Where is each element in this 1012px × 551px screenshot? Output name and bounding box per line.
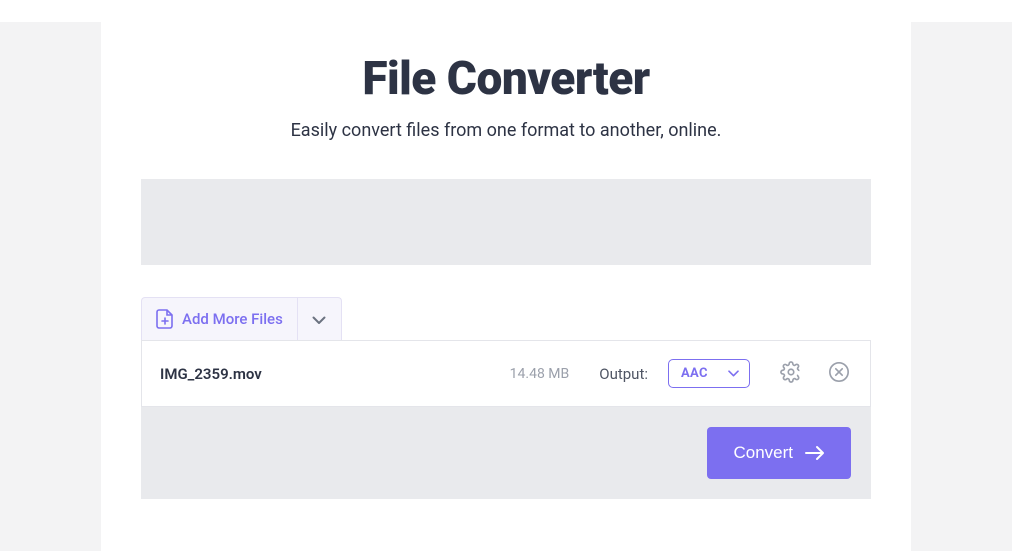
- footer-row: Convert: [141, 407, 871, 499]
- page-title: File Converter: [101, 52, 911, 106]
- convert-label: Convert: [733, 443, 793, 463]
- file-add-icon: [156, 309, 174, 329]
- ad-placeholder: [141, 179, 871, 265]
- output-format-value: AAC: [681, 366, 708, 381]
- output-label: Output:: [599, 365, 648, 383]
- add-more-files-button[interactable]: Add More Files: [141, 297, 298, 340]
- settings-button[interactable]: [778, 361, 804, 387]
- close-icon: [828, 361, 850, 387]
- output-format-select[interactable]: AAC: [668, 359, 750, 388]
- page-subtitle: Easily convert files from one format to …: [101, 120, 911, 141]
- main-page: File Converter Easily convert files from…: [101, 22, 911, 551]
- add-more-label: Add More Files: [182, 310, 283, 328]
- remove-file-button[interactable]: [826, 361, 852, 387]
- chevron-down-icon: [728, 370, 739, 377]
- gear-icon: [780, 361, 802, 387]
- file-size: 14.48 MB: [510, 366, 570, 382]
- convert-button[interactable]: Convert: [707, 427, 851, 479]
- top-bar: [0, 0, 1012, 22]
- add-more-row: Add More Files: [141, 297, 871, 340]
- file-name: IMG_2359.mov: [160, 365, 494, 383]
- file-row: IMG_2359.mov 14.48 MB Output: AAC: [141, 340, 871, 407]
- arrow-right-icon: [805, 445, 825, 461]
- chevron-down-icon: [312, 310, 326, 329]
- add-more-dropdown-button[interactable]: [298, 297, 342, 340]
